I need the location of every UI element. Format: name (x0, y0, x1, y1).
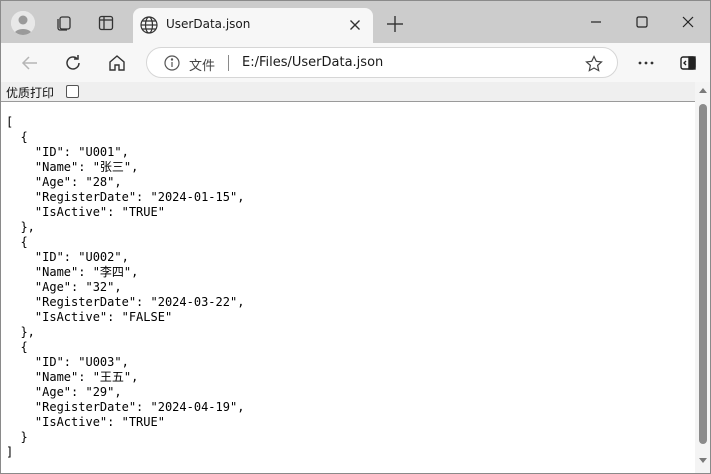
browser-window: UserData.json 文件 E:/Files/UserData.json … (0, 0, 711, 474)
tab-actions-icon[interactable] (93, 10, 119, 36)
scroll-down-arrow-icon[interactable] (699, 458, 707, 463)
star-icon[interactable] (584, 54, 604, 74)
address-bar[interactable]: 文件 E:/Files/UserData.json (146, 47, 618, 78)
info-icon[interactable] (163, 54, 181, 72)
tab-active[interactable]: UserData.json (133, 8, 373, 43)
address-url[interactable]: E:/Files/UserData.json (242, 55, 383, 70)
refresh-icon[interactable] (61, 51, 85, 75)
home-icon[interactable] (105, 51, 129, 75)
close-window-icon[interactable] (677, 11, 699, 33)
minimize-icon[interactable] (585, 11, 607, 33)
json-text: [ { "ID": "U001", "Name": "张三", "Age": "… (6, 115, 245, 459)
page-content: [ { "ID": "U001", "Name": "张三", "Age": "… (1, 102, 695, 473)
pretty-print-bar: 优质打印 (1, 82, 695, 102)
scrollbar-thumb[interactable] (699, 104, 707, 444)
address-scheme-label: 文件 (189, 59, 216, 74)
globe-icon (139, 15, 159, 35)
pretty-print-label: 优质打印 (6, 86, 55, 100)
tab-title: UserData.json (166, 17, 251, 31)
more-icon[interactable] (634, 51, 658, 75)
new-tab-plus-icon[interactable] (384, 13, 406, 35)
back-arrow-icon[interactable] (18, 51, 42, 75)
scroll-up-arrow-icon[interactable] (699, 88, 707, 93)
vertical-scrollbar[interactable] (695, 82, 710, 473)
sidebar-icon[interactable] (676, 51, 700, 75)
workspaces-icon[interactable] (51, 10, 77, 36)
close-tab-icon[interactable] (347, 17, 363, 33)
address-divider (228, 55, 229, 71)
profile-avatar-icon[interactable] (11, 11, 35, 35)
tab-strip: UserData.json (1, 1, 710, 43)
maximize-icon[interactable] (631, 11, 653, 33)
navigation-toolbar: 文件 E:/Files/UserData.json (1, 43, 710, 82)
pretty-print-checkbox[interactable] (66, 85, 79, 98)
